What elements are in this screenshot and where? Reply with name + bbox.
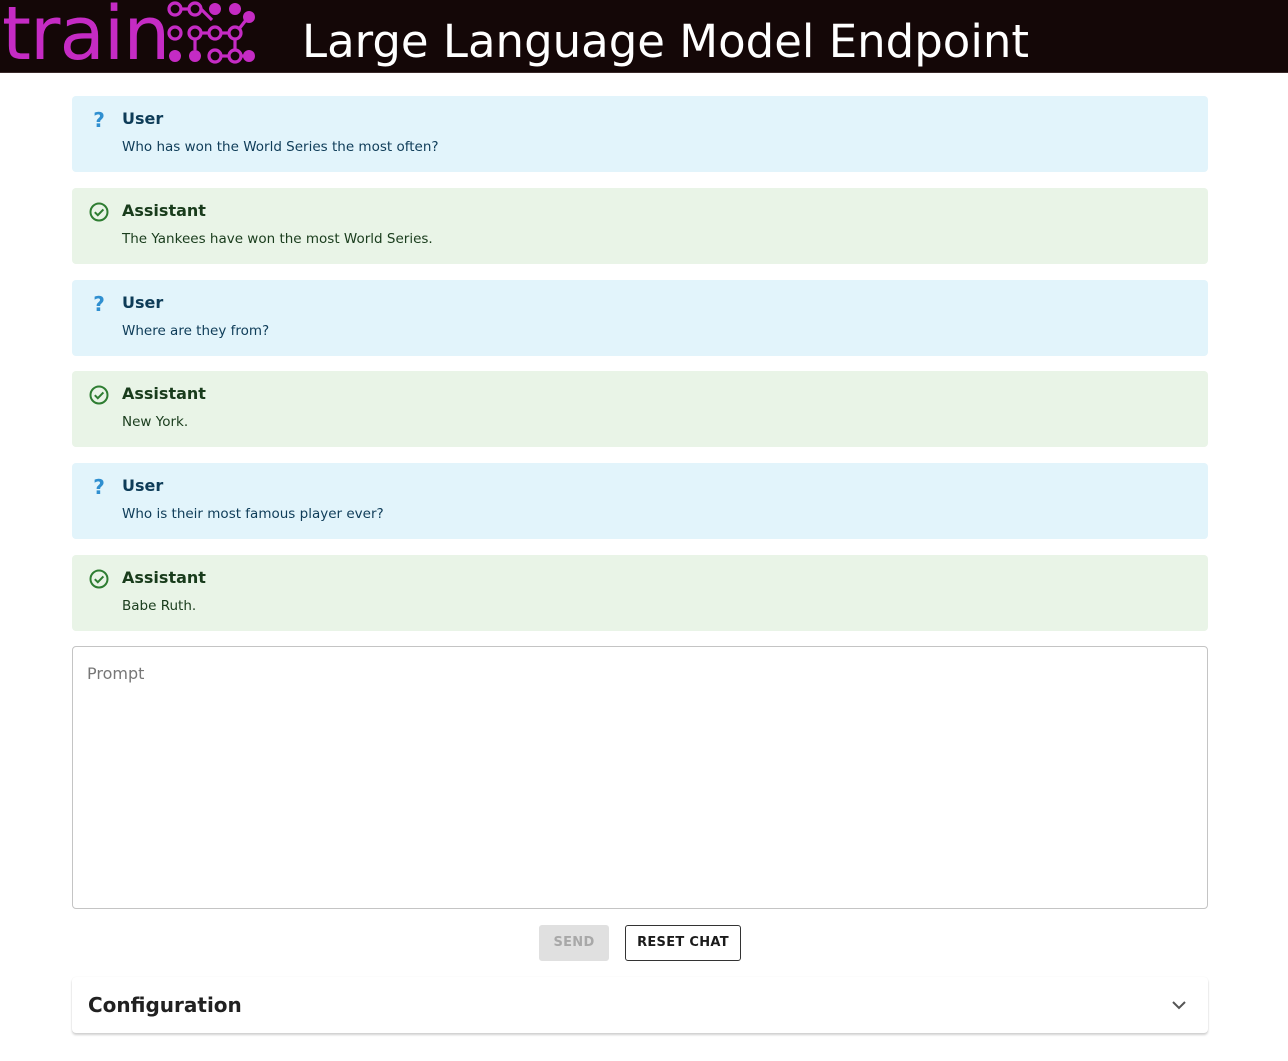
reset-chat-button[interactable]: RESET CHAT	[625, 925, 741, 961]
top-bar: train Large Language Model Endpoint	[0, 0, 1288, 77]
message-role: Assistant	[122, 384, 206, 403]
send-button[interactable]: SEND	[539, 925, 609, 961]
check-circle-icon	[88, 201, 110, 223]
check-circle-icon	[88, 568, 110, 590]
page-title: Large Language Model Endpoint	[302, 15, 1029, 68]
question-icon: ?	[93, 108, 105, 132]
configuration-panel[interactable]: Configuration	[72, 977, 1208, 1033]
message-text: New York.	[122, 414, 189, 430]
message-role: Assistant	[122, 568, 206, 587]
prompt-input[interactable]	[72, 646, 1208, 909]
logo-wordmark: train	[2, 0, 170, 77]
question-icon: ?	[93, 475, 105, 499]
message-role: User	[122, 293, 164, 312]
message-role: User	[122, 476, 164, 495]
user-message: ? User Where are they from?	[72, 280, 1208, 356]
question-icon: ?	[93, 292, 105, 316]
assistant-message: Assistant New York.	[72, 371, 1208, 447]
assistant-message: Assistant Babe Ruth.	[72, 555, 1208, 631]
message-text: Who has won the World Series the most of…	[122, 139, 439, 155]
check-circle-icon	[88, 384, 110, 406]
message-text: Where are they from?	[122, 323, 270, 339]
user-message: ? User Who is their most famous player eve…	[72, 463, 1208, 539]
logo-node-icon	[167, 1, 255, 64]
chevron-down-icon[interactable]	[1170, 996, 1188, 1014]
message-role: User	[122, 109, 164, 128]
message-text: Who is their most famous player ever?	[122, 506, 384, 522]
message-text: Babe Ruth.	[122, 598, 197, 614]
message-role: Assistant	[122, 201, 206, 220]
assistant-message: Assistant The Yankees have won the most W…	[72, 188, 1208, 264]
user-message: ? User Who has won the World Series the mo…	[72, 96, 1208, 172]
configuration-title: Configuration	[88, 993, 242, 1017]
message-text: The Yankees have won the most World Seri…	[122, 231, 433, 247]
